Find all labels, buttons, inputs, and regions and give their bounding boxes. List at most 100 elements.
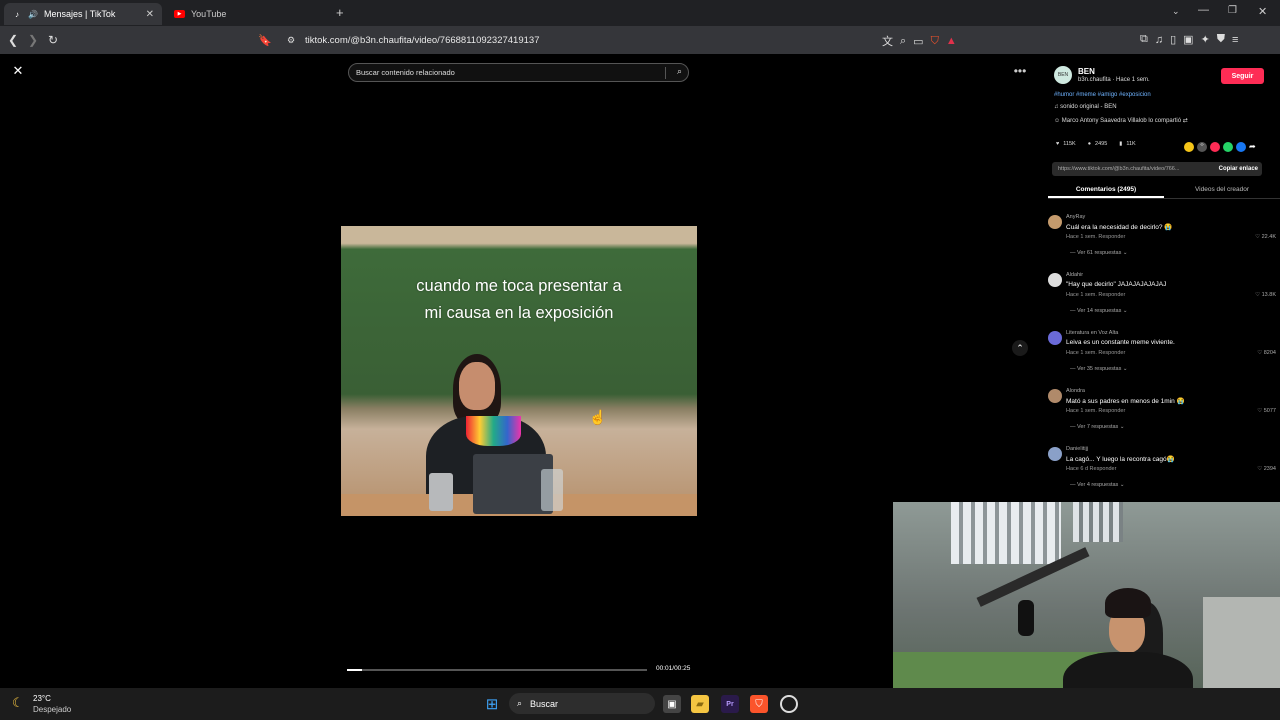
comment-likes[interactable]: ♡ 2394 [1257, 466, 1276, 472]
leo-icon[interactable]: ✦ [1201, 33, 1210, 46]
zoom-icon[interactable]: ⌕ [900, 35, 906, 48]
minimize-icon[interactable]: — [1198, 4, 1209, 16]
window-close-icon[interactable]: ✕ [1258, 5, 1267, 18]
comment-meta[interactable]: Hace 1 sem. Responder [1066, 408, 1125, 414]
commenter-name[interactable]: AnyRay [1066, 214, 1085, 220]
weather-temp[interactable]: 23°C [33, 694, 51, 703]
facebook-icon[interactable] [1236, 142, 1246, 152]
tab-list-icon[interactable]: ⌄ [1172, 6, 1180, 17]
author-subtitle: b3n.chaufita · Hace 1 sem. [1078, 77, 1150, 83]
link-field[interactable]: https://www.tiktok.com/@b3n.chaufita/vid… [1052, 162, 1262, 176]
more-options-icon[interactable]: ••• [1012, 64, 1028, 78]
tab-comments[interactable]: Comentarios (2495) [1048, 182, 1164, 198]
replies-label: Ver 61 respuestas ⌄ [1077, 250, 1128, 256]
tab-youtube[interactable]: ▶ YouTube [166, 3, 326, 25]
commenter-name[interactable]: Literatura en Voz Alta [1066, 330, 1118, 336]
scroll-up-icon[interactable]: ⌃ [1012, 340, 1028, 356]
music-icon[interactable]: ♫ [1155, 34, 1163, 46]
commenter-avatar[interactable] [1048, 447, 1062, 461]
commenter-avatar[interactable] [1048, 331, 1062, 345]
comment-likes[interactable]: ♡ 22.4K [1255, 234, 1276, 240]
comment-meta[interactable]: Hace 1 sem. Responder [1066, 350, 1125, 356]
commenter-name[interactable]: Aldahir [1066, 272, 1083, 278]
tiktok-icon: ♪ [15, 9, 19, 19]
back-icon[interactable]: ❮ [4, 31, 22, 49]
video-frame[interactable]: cuando me toca presentar a mi causa en l… [341, 226, 697, 516]
brave-shield-icon[interactable]: ⛉ [931, 35, 939, 48]
heart-icon: ♥ [1056, 141, 1060, 147]
wallet-icon[interactable]: ▣ [1183, 33, 1193, 46]
brave-taskbar-icon[interactable]: ⛉ [750, 695, 768, 713]
comment-text: Leiva es un constante meme viviente. [1066, 339, 1175, 346]
comment-likes[interactable]: ♡ 5077 [1257, 408, 1276, 414]
reload-icon[interactable]: ↻ [44, 31, 62, 49]
browser-tab-bar: ♪ 🔊 Mensajes | TikTok ✕ ▶ YouTube + ⌄ — … [0, 0, 1280, 26]
save-button[interactable]: ▮ 11K [1119, 141, 1135, 147]
tab-tiktok[interactable]: ♪ 🔊 Mensajes | TikTok ✕ [4, 3, 162, 25]
copy-link-button[interactable]: Copiar enlace [1219, 166, 1258, 172]
follow-button[interactable]: Seguir [1221, 68, 1264, 84]
close-video-icon[interactable]: ✕ [10, 63, 26, 79]
author-name[interactable]: BEN [1078, 67, 1095, 76]
site-info-icon[interactable]: ⚙ [282, 31, 300, 49]
new-tab-button[interactable]: + [336, 5, 344, 20]
share-arrow-icon[interactable]: ➦ [1249, 142, 1259, 152]
file-explorer-icon[interactable]: ▰ [691, 695, 709, 713]
view-replies-button[interactable]: — Ver 4 respuestas ⌄ [1070, 482, 1124, 488]
whatsapp-icon[interactable] [1223, 142, 1233, 152]
toolbar-icons: ⧉ ♫ ▯ ▣ ✦ ⛊ ≡ [1140, 33, 1238, 46]
obs-icon[interactable] [780, 695, 798, 713]
bookmark-icon[interactable]: 🔖 [256, 31, 274, 49]
commenter-avatar[interactable] [1048, 389, 1062, 403]
commenter-avatar[interactable] [1048, 215, 1062, 229]
commenter-name[interactable]: Alondra [1066, 388, 1085, 394]
comment-likes[interactable]: ♡ 8204 [1257, 350, 1276, 356]
view-replies-button[interactable]: — Ver 35 respuestas ⌄ [1070, 366, 1128, 372]
forward-icon[interactable]: ❯ [24, 31, 42, 49]
address-actions: 文 ⌕ ▭ ⛉ ▲ [882, 33, 957, 49]
view-replies-button[interactable]: — Ver 61 respuestas ⌄ [1070, 250, 1128, 256]
sidebar-icon[interactable]: ▯ [1170, 33, 1176, 46]
video-progress-bar[interactable] [347, 669, 647, 671]
extensions-icon[interactable]: ⧉ [1140, 33, 1148, 46]
comment-likes[interactable]: ♡ 13.8K [1255, 292, 1276, 298]
video-info-panel: BEN BEN b3n.chaufita · Hace 1 sem. Segui… [1048, 62, 1280, 502]
close-tab-icon[interactable]: ✕ [146, 9, 154, 20]
send-icon[interactable] [1210, 142, 1220, 152]
menu-icon[interactable]: ≡ [1232, 34, 1238, 46]
view-replies-button[interactable]: — Ver 7 respuestas ⌄ [1070, 424, 1124, 430]
view-replies-button[interactable]: — Ver 14 respuestas ⌄ [1070, 308, 1128, 314]
author-avatar[interactable]: BEN [1054, 66, 1072, 84]
tab-creator-videos[interactable]: Videos del creador [1164, 182, 1280, 198]
brave-rewards-icon[interactable]: ▲ [946, 35, 957, 47]
video-time: 00:01/00:25 [656, 665, 691, 672]
commenter-avatar[interactable] [1048, 273, 1062, 287]
windows-start-icon[interactable]: ⊞ [483, 695, 501, 713]
premiere-icon[interactable]: Pr [721, 695, 739, 713]
speaker-icon: 🔊 [28, 9, 38, 19]
related-search-input[interactable]: Buscar contenido relacionado ⌕ [348, 63, 689, 82]
streamer-hair [1105, 588, 1151, 618]
embed-share-icon[interactable] [1184, 142, 1194, 152]
shared-label: Marco Antony Saavedra Villalob lo compar… [1061, 118, 1182, 124]
task-view-icon[interactable]: ▣ [663, 695, 681, 713]
likes-count: 115K [1063, 141, 1076, 147]
caption-line: mi causa en la exposición [424, 304, 614, 322]
comment-meta[interactable]: Hace 6 d Responder [1066, 466, 1116, 472]
weather-desc: Despejado [33, 705, 72, 714]
like-button[interactable]: ♥ 115K [1056, 141, 1076, 147]
sound-row[interactable]: ♫ sonido original - BEN [1054, 104, 1117, 110]
search-icon[interactable]: ⌕ [677, 66, 682, 77]
hashtags[interactable]: #humor #meme #amigo #exposicion [1054, 92, 1151, 98]
code-icon[interactable]: ‹› [1197, 142, 1207, 152]
translate-icon[interactable]: 文 [882, 33, 893, 49]
comment-meta[interactable]: Hace 1 sem. Responder [1066, 292, 1125, 298]
cast-icon[interactable]: ▭ [913, 35, 923, 48]
comment-button[interactable]: ● 2495 [1088, 141, 1108, 147]
restore-icon[interactable]: ❐ [1228, 5, 1237, 16]
commenter-name[interactable]: Danielitijj [1066, 446, 1088, 452]
comment-meta[interactable]: Hace 1 sem. Responder [1066, 234, 1125, 240]
vpn-icon[interactable]: ⛊ [1217, 33, 1225, 46]
taskbar-search[interactable]: ⌕ Buscar [509, 693, 655, 714]
url-field[interactable]: tiktok.com/@b3n.chaufita/video/766881109… [305, 35, 539, 46]
